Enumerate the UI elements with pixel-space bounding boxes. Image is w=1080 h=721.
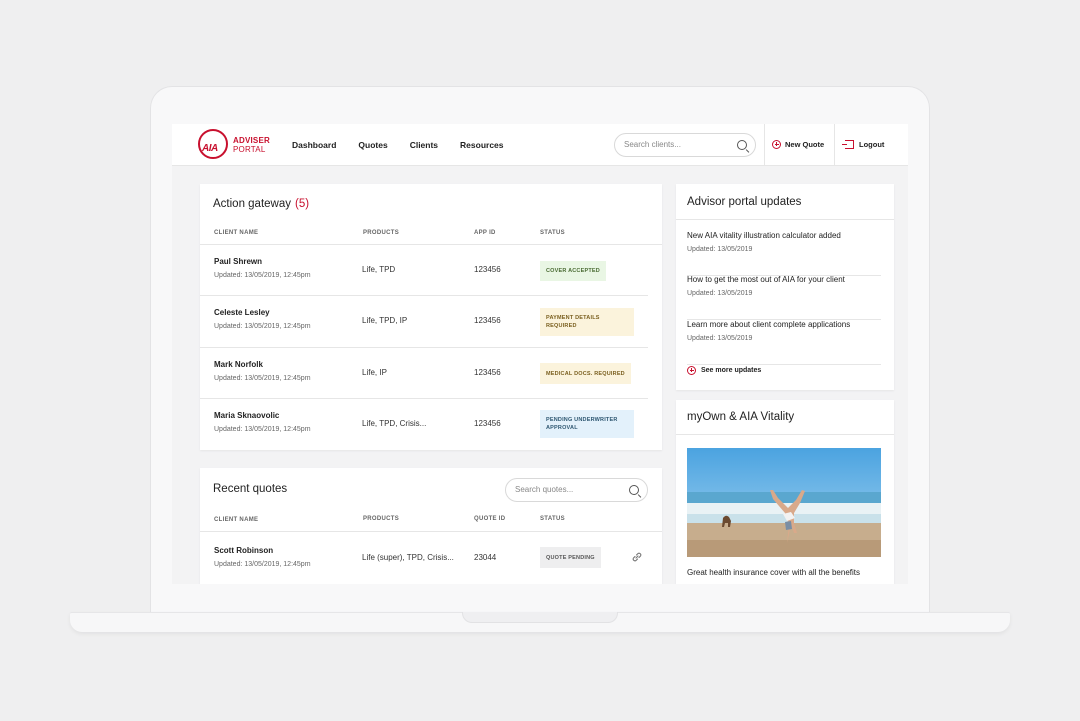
- search-icon[interactable]: [629, 485, 639, 495]
- column-header-quote-id: QUOTE ID: [474, 516, 506, 522]
- logo-line-1: ADVISER: [233, 136, 270, 145]
- column-header-client: CLIENT NAME: [214, 230, 259, 236]
- see-more-updates-link[interactable]: See more updates: [687, 366, 761, 375]
- update-title: Learn more about client complete applica…: [687, 320, 851, 329]
- link-icon[interactable]: [630, 550, 644, 564]
- app-id: 123456: [474, 419, 501, 428]
- updated-text: Updated: 13/05/2019, 12:45pm: [214, 272, 311, 279]
- logo-line-2: PORTAL: [233, 145, 266, 154]
- client-name: Paul Shrewn: [214, 257, 263, 266]
- logo-text: ADVISER PORTAL: [233, 136, 270, 154]
- vitality-card: myOwn & AIA Vitality Great health insura…: [676, 400, 894, 584]
- column-header-products: PRODUCTS: [363, 230, 400, 236]
- search-clients-placeholder: Search clients...: [624, 140, 681, 149]
- table-row[interactable]: Mark Norfolk Updated: 13/05/2019, 12:45p…: [200, 347, 648, 399]
- table-row[interactable]: Scott Robinson Updated: 13/05/2019, 12:4…: [200, 531, 662, 583]
- products: Life, TPD, IP: [362, 316, 408, 325]
- update-item[interactable]: How to get the most out of AIA for your …: [687, 275, 881, 320]
- vitality-title: myOwn & AIA Vitality: [687, 411, 795, 423]
- column-header-products: PRODUCTS: [363, 516, 400, 522]
- divider: [834, 124, 835, 166]
- update-item[interactable]: Learn more about client complete applica…: [687, 320, 881, 365]
- column-header-client: CLIENT NAME: [214, 517, 259, 523]
- logout-label: Logout: [859, 140, 885, 149]
- advisor-updates-card: Advisor portal updates New AIA vitality …: [676, 184, 894, 390]
- nav-clients[interactable]: Clients: [410, 140, 438, 150]
- table-row[interactable]: Paul Shrewn Updated: 13/05/2019, 12:45pm…: [200, 244, 662, 296]
- logo-mark: AIA: [202, 143, 218, 154]
- nav-resources[interactable]: Resources: [460, 140, 503, 150]
- status-badge: MEDICAL DOCS. REQUIRED: [540, 363, 631, 384]
- plus-circle-icon: [772, 140, 781, 149]
- aia-logo[interactable]: AIA ADVISER PORTAL: [198, 129, 270, 161]
- client-name: Mark Norfolk: [214, 360, 263, 369]
- new-quote-button[interactable]: New Quote: [772, 140, 824, 149]
- recent-quotes-card: Recent quotes Search quotes... CLIENT NA…: [200, 468, 662, 584]
- nav-quotes[interactable]: Quotes: [358, 140, 387, 150]
- update-date: Updated: 13/05/2019: [687, 335, 753, 342]
- divider: [676, 219, 894, 220]
- status-badge: PAYMENT DETAILS REQUIRED: [540, 308, 634, 336]
- laptop-notch: [462, 612, 618, 623]
- products: Life, TPD: [362, 265, 396, 274]
- top-header: AIA ADVISER PORTAL Dashboard Quotes Clie…: [172, 124, 908, 166]
- logout-button[interactable]: Logout: [842, 140, 885, 149]
- nav-dashboard[interactable]: Dashboard: [292, 140, 336, 150]
- column-header-status: STATUS: [540, 230, 565, 236]
- search-clients-input[interactable]: Search clients...: [614, 133, 756, 157]
- divider: [764, 124, 765, 166]
- vitality-caption: Great health insurance cover with all th…: [687, 568, 860, 577]
- divider: [676, 434, 894, 435]
- update-item[interactable]: New AIA vitality illustration calculator…: [687, 231, 881, 276]
- recent-quotes-title: Recent quotes: [213, 483, 288, 495]
- quote-id: 23044: [474, 553, 497, 562]
- table-row[interactable]: Maria Sknaovolic Updated: 13/05/2019, 12…: [200, 398, 648, 450]
- updated-text: Updated: 13/05/2019, 12:45pm: [214, 426, 311, 433]
- see-more-label: See more updates: [701, 367, 762, 374]
- column-header-app-id: APP ID: [474, 230, 496, 236]
- logout-icon: [842, 140, 854, 149]
- update-title: New AIA vitality illustration calculator…: [687, 231, 841, 240]
- products: Life (super), TPD, Crisis...: [362, 553, 454, 562]
- update-date: Updated: 13/05/2019: [687, 290, 753, 297]
- action-gateway-title: Action gateway (5): [213, 198, 309, 210]
- search-quotes-placeholder: Search quotes...: [515, 485, 574, 494]
- search-icon[interactable]: [737, 140, 747, 150]
- updated-text: Updated: 13/05/2019, 12:45pm: [214, 561, 311, 568]
- column-header-status: STATUS: [540, 516, 565, 522]
- app-id: 123456: [474, 368, 501, 377]
- client-name: Celeste Lesley: [214, 308, 270, 317]
- updated-text: Updated: 13/05/2019, 12:45pm: [214, 375, 311, 382]
- main-nav: Dashboard Quotes Clients Resources: [292, 140, 504, 150]
- products: Life, TPD, Crisis...: [362, 419, 427, 428]
- app-id: 123456: [474, 316, 501, 325]
- search-quotes-input[interactable]: Search quotes...: [505, 478, 648, 502]
- screen: AIA ADVISER PORTAL Dashboard Quotes Clie…: [172, 124, 908, 584]
- plus-circle-icon: [687, 366, 696, 375]
- client-name: Scott Robinson: [214, 546, 274, 555]
- update-title: How to get the most out of AIA for your …: [687, 275, 845, 284]
- action-count: (5): [295, 198, 310, 210]
- action-gateway-title-text: Action gateway: [213, 198, 291, 210]
- beach-handstand-photo: [687, 448, 881, 557]
- update-date: Updated: 13/05/2019: [687, 246, 753, 253]
- status-badge: COVER ACCEPTED: [540, 261, 606, 281]
- action-gateway-card: Action gateway (5) CLIENT NAME PRODUCTS A…: [200, 184, 662, 450]
- advisor-updates-title: Advisor portal updates: [687, 196, 802, 208]
- new-quote-label: New Quote: [785, 140, 825, 149]
- products: Life, IP: [362, 368, 387, 377]
- status-badge: PENDING UNDERWRITER APPROVAL: [540, 410, 634, 438]
- table-row[interactable]: Celeste Lesley Updated: 13/05/2019, 12:4…: [200, 295, 648, 347]
- client-name: Maria Sknaovolic: [214, 411, 280, 420]
- app-id: 123456: [474, 265, 501, 274]
- updated-text: Updated: 13/05/2019, 12:45pm: [214, 323, 311, 330]
- status-badge: QUOTE PENDING: [540, 547, 601, 568]
